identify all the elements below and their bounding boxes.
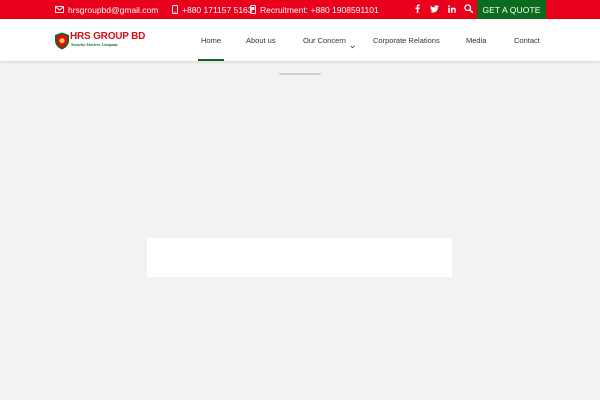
twitter-link[interactable] <box>429 0 439 19</box>
nav-home[interactable]: Home <box>198 19 224 61</box>
nav-our-concern-label: Our Concern <box>303 35 346 45</box>
linkedin-link[interactable] <box>447 0 457 19</box>
loading-bar <box>279 73 321 75</box>
brand-logo[interactable]: HRS GROUP BD Security Services Company <box>54 31 146 51</box>
search-button[interactable] <box>463 0 474 19</box>
mobile-phone-icon <box>250 5 256 14</box>
brand-tagline: Security Services Company <box>71 42 118 47</box>
brand-name: HRS GROUP BD <box>70 31 146 42</box>
nav-our-concern[interactable]: Our Concern <box>303 19 346 61</box>
recruitment-contact[interactable]: Recruitment: +880 1908591101 <box>250 0 379 19</box>
nav-contact-label: Contact <box>514 35 540 45</box>
shield-logo-icon <box>54 32 70 55</box>
content-placeholder-box <box>147 238 452 277</box>
email-contact[interactable]: hrsgroupbd@gmail.com <box>55 0 158 19</box>
mobile-phone-icon <box>172 5 178 14</box>
nav-corporate-relations-label: Corporate Relations <box>373 35 440 45</box>
phone-text: +880 171157 5163 <box>182 4 253 15</box>
recruitment-text: Recruitment: +880 1908591101 <box>260 4 379 15</box>
nav-about-us[interactable]: About us <box>246 19 276 61</box>
nav-about-us-label: About us <box>246 35 276 45</box>
main-header: HRS GROUP BD Security Services Company H… <box>0 19 600 61</box>
phone-contact[interactable]: +880 171157 5163 <box>172 0 253 19</box>
linkedin-icon <box>448 4 456 15</box>
nav-home-label: Home <box>200 35 221 45</box>
facebook-link[interactable] <box>412 0 422 19</box>
get-a-quote-button[interactable]: GET A QUOTE <box>477 0 546 19</box>
chevron-down-icon <box>350 36 355 54</box>
nav-corporate-relations[interactable]: Corporate Relations <box>373 19 440 61</box>
nav-media[interactable]: Media <box>466 19 486 61</box>
facebook-icon <box>415 4 420 15</box>
search-icon <box>464 4 474 15</box>
twitter-icon <box>429 4 439 15</box>
envelope-icon <box>55 6 64 13</box>
top-bar: hrsgroupbd@gmail.com +880 171157 5163 Re… <box>0 0 600 19</box>
nav-media-label: Media <box>466 35 487 45</box>
nav-contact[interactable]: Contact <box>514 19 540 61</box>
email-text: hrsgroupbd@gmail.com <box>68 4 159 15</box>
